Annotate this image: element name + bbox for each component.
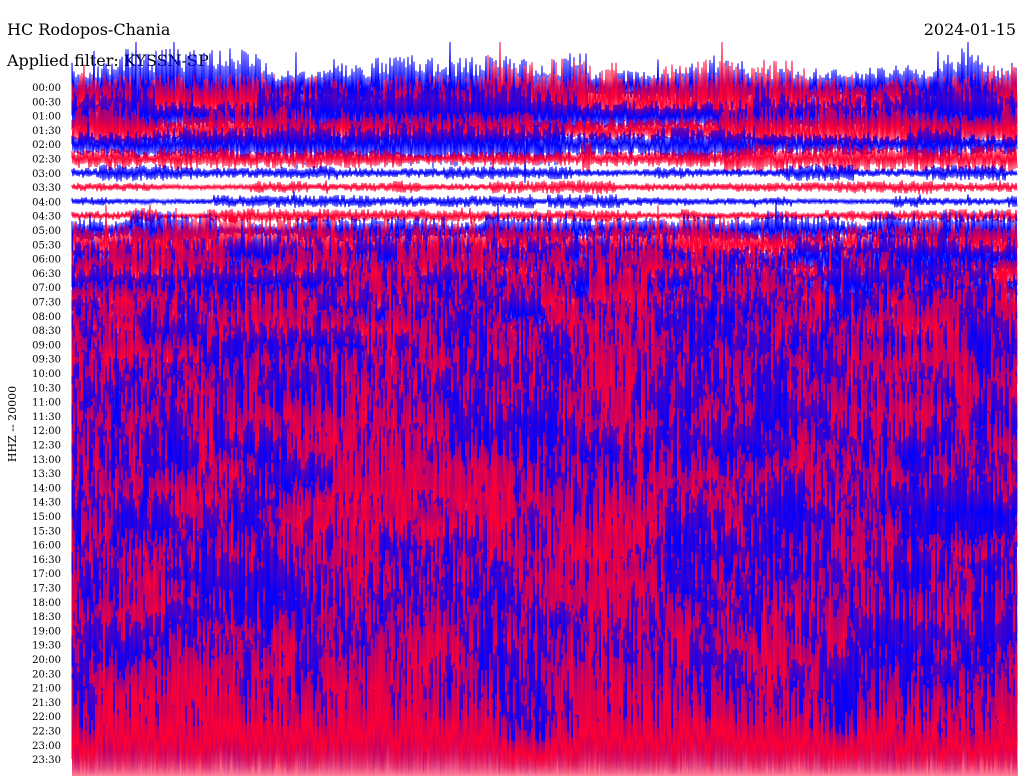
time-tick-label: 22:30 bbox=[32, 727, 61, 738]
time-tick-label: 19:30 bbox=[32, 641, 61, 652]
time-tick-label: 17:00 bbox=[32, 569, 61, 580]
time-tick-label: 16:30 bbox=[32, 555, 61, 566]
time-tick-label: 12:00 bbox=[32, 426, 61, 437]
time-tick-label: 04:30 bbox=[32, 212, 61, 223]
time-tick-label: 07:00 bbox=[32, 283, 61, 294]
time-tick-label: 13:00 bbox=[32, 455, 61, 466]
time-tick-label: 05:30 bbox=[32, 240, 61, 251]
time-tick-label: 19:00 bbox=[32, 626, 61, 637]
time-tick-label: 00:00 bbox=[32, 83, 61, 94]
time-tick-label: 06:00 bbox=[32, 255, 61, 266]
time-tick-label: 08:00 bbox=[32, 312, 61, 323]
time-tick-label: 06:30 bbox=[32, 269, 61, 280]
time-tick-label: 02:30 bbox=[32, 155, 61, 166]
time-tick-label: 12:30 bbox=[32, 441, 61, 452]
time-tick-label: 23:30 bbox=[32, 755, 61, 766]
time-tick-label: 15:00 bbox=[32, 512, 61, 523]
time-tick-label: 00:30 bbox=[32, 97, 61, 108]
time-tick-label: 18:00 bbox=[32, 598, 61, 609]
time-tick-label: 11:30 bbox=[32, 412, 61, 423]
trace-line bbox=[71, 179, 1018, 195]
time-tick-label: 17:30 bbox=[32, 584, 61, 595]
time-tick-label: 07:30 bbox=[32, 298, 61, 309]
time-tick-label: 08:30 bbox=[32, 326, 61, 337]
time-tick-label: 14:00 bbox=[32, 483, 61, 494]
time-tick-label: 04:00 bbox=[32, 197, 61, 208]
time-tick-label: 14:30 bbox=[32, 498, 61, 509]
time-tick-label: 18:30 bbox=[32, 612, 61, 623]
time-tick-label: 09:00 bbox=[32, 340, 61, 351]
trace-line bbox=[71, 191, 1018, 209]
time-tick-label: 10:30 bbox=[32, 383, 61, 394]
time-tick-label: 11:00 bbox=[32, 398, 61, 409]
time-tick-label: 23:00 bbox=[32, 741, 61, 752]
time-tick-label: 01:00 bbox=[32, 112, 61, 123]
time-tick-label: 15:30 bbox=[32, 526, 61, 537]
time-axis: 00:00 00:30 01:00 01:30 02:00 02:30 03:00 03:30… bbox=[32, 83, 61, 766]
time-tick-label: 21:30 bbox=[32, 698, 61, 709]
time-tick-label: 13:30 bbox=[32, 469, 61, 480]
trace-line bbox=[71, 164, 1018, 182]
time-tick-label: 02:00 bbox=[32, 140, 61, 151]
time-tick-label: 01:30 bbox=[32, 126, 61, 137]
time-tick-label: 20:00 bbox=[32, 655, 61, 666]
time-tick-label: 20:30 bbox=[32, 669, 61, 680]
time-tick-label: 22:00 bbox=[32, 712, 61, 723]
time-tick-label: 09:30 bbox=[32, 355, 61, 366]
time-tick-label: 03:30 bbox=[32, 183, 61, 194]
seismogram-plot: 00:00 00:30 01:00 01:30 02:00 02:30 03:00 03:30… bbox=[32, 41, 1018, 777]
time-tick-label: 05:00 bbox=[32, 226, 61, 237]
time-tick-label: 16:00 bbox=[32, 541, 61, 552]
seismogram-traces bbox=[71, 41, 1018, 777]
time-tick-label: 21:00 bbox=[32, 684, 61, 695]
time-tick-label: 03:00 bbox=[32, 169, 61, 180]
time-tick-label: 10:00 bbox=[32, 369, 61, 380]
